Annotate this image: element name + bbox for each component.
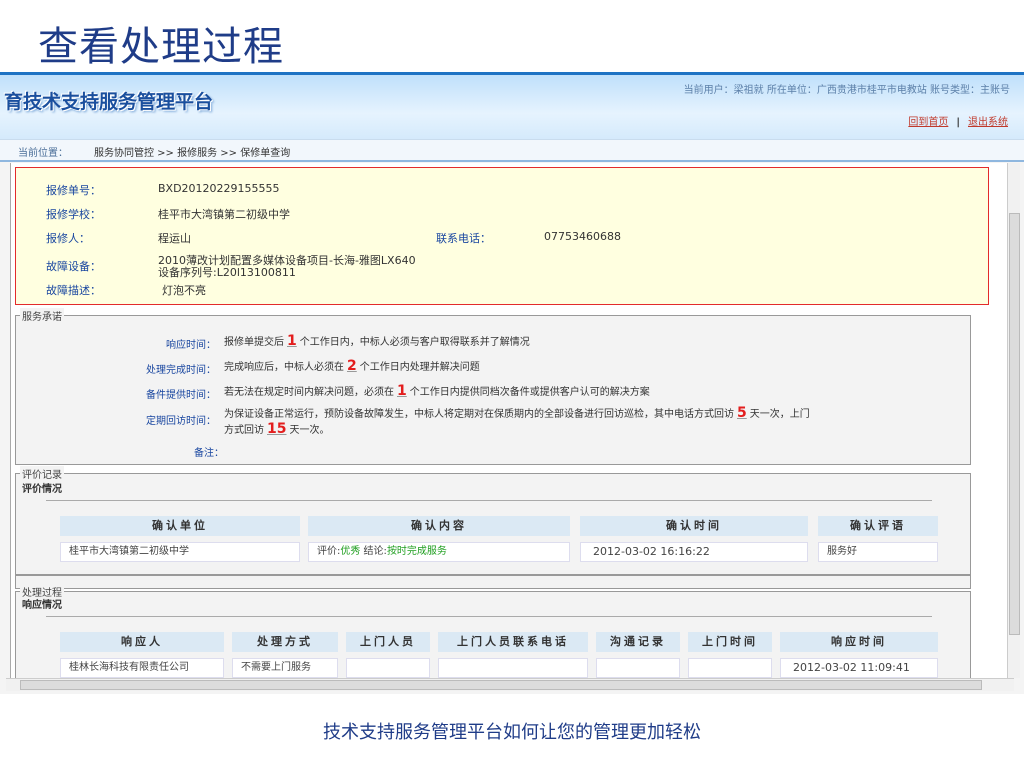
proc-cell-responder: 桂林长海科技有限责任公司 bbox=[60, 658, 224, 678]
desc-label: 故障描述： bbox=[46, 284, 101, 297]
revisit-time-text-2: 方式回访 15 天一次。 bbox=[224, 421, 330, 437]
eval-cell-comment: 服务好 bbox=[818, 542, 938, 562]
breadcrumb: 当前位置： 服务协同管控 >> 报修服务 >> 保修单查询 bbox=[0, 139, 1024, 162]
device-label: 故障设备： bbox=[46, 260, 101, 273]
breadcrumb-path: 服务协同管控 >> 报修服务 >> 保修单查询 bbox=[94, 148, 291, 159]
proc-cell-method: 不需要上门服务 bbox=[232, 658, 338, 678]
reporter-label: 报修人： bbox=[46, 232, 90, 245]
platform-logo: 育技术支持服务管理平台 bbox=[4, 91, 214, 113]
response-days: 1 bbox=[287, 333, 297, 349]
complete-time-text: 完成响应后，中标人必须在 2 个工作日内处理并解决问题 bbox=[224, 358, 480, 374]
app-screenshot: 育技术支持服务管理平台 当前用户：梁祖就 所在单位：广西贵港市桂平市电教站 账号… bbox=[0, 72, 1024, 694]
proc-cell-visitor-phone bbox=[438, 658, 588, 678]
divider bbox=[46, 616, 932, 617]
vertical-scrollbar[interactable] bbox=[1007, 163, 1020, 678]
proc-col-responder: 响应人 bbox=[60, 632, 224, 652]
home-link[interactable]: 回到首页 bbox=[908, 117, 948, 128]
eval-cell-unit: 桂平市大湾镇第二初级中学 bbox=[60, 542, 300, 562]
order-no-label: 报修单号： bbox=[46, 184, 101, 197]
user-info: 当前用户：梁祖就 所在单位：广西贵港市桂平市电教站 账号类型：主账号 bbox=[683, 85, 1010, 96]
process-section: 处理过程 响应情况 响应人 处理方式 上门人员 上门人员联系电话 沟通记录 上门… bbox=[15, 584, 971, 678]
evaluation-subtitle: 评价情况 bbox=[22, 484, 62, 495]
header-links: 回到首页 | 退出系统 bbox=[908, 113, 1008, 128]
eval-cell-time: 2012-03-02 16:16:22 bbox=[580, 542, 808, 562]
proc-cell-visit-time bbox=[688, 658, 772, 678]
breadcrumb-label: 当前位置： bbox=[18, 148, 68, 159]
proc-col-visit-time: 上门时间 bbox=[688, 632, 772, 652]
proc-col-visitor: 上门人员 bbox=[346, 632, 430, 652]
evaluation-legend: 评价记录 bbox=[20, 466, 64, 481]
horizontal-scrollbar[interactable] bbox=[6, 678, 1014, 691]
revisit-time-label: 定期回访时间： bbox=[146, 416, 216, 427]
scrollbar-thumb[interactable] bbox=[20, 680, 982, 690]
proc-cell-response-time: 2012-03-02 11:09:41 bbox=[780, 658, 938, 678]
service-commitment-legend: 服务承诺 bbox=[20, 308, 64, 323]
logout-link[interactable]: 退出系统 bbox=[968, 117, 1008, 128]
repair-info-panel: 报修单号： BXD20120229155555 报修学校： 桂平市大湾镇第二初级… bbox=[15, 167, 989, 305]
complete-days: 2 bbox=[347, 358, 357, 374]
divider bbox=[46, 500, 932, 501]
spare-time-label: 备件提供时间： bbox=[146, 390, 216, 401]
eval-cell-content: 评价:优秀 结论:按时完成服务 bbox=[308, 542, 570, 562]
school-value: 桂平市大湾镇第二初级中学 bbox=[158, 208, 290, 221]
reporter-value: 程运山 bbox=[158, 232, 191, 245]
evaluation-section: 评价记录 评价情况 确认单位 确认内容 确认时间 确认评语 桂平市大湾镇第二初级… bbox=[15, 466, 971, 575]
slide-caption: 技术支持服务管理平台如何让您的管理更加轻松 bbox=[323, 722, 701, 743]
response-time-label: 响应时间： bbox=[166, 340, 216, 351]
remark-label: 备注： bbox=[194, 448, 224, 459]
proc-col-record: 沟通记录 bbox=[596, 632, 680, 652]
eval-col-comment: 确认评语 bbox=[818, 516, 938, 536]
spare-days: 1 bbox=[397, 383, 407, 399]
header-bar: 育技术支持服务管理平台 当前用户：梁祖就 所在单位：广西贵港市桂平市电教站 账号… bbox=[0, 75, 1024, 139]
slide-title: 查看处理过程 bbox=[38, 24, 284, 70]
revisit-time-text: 为保证设备正常运行，预防设备故障发生，中标人将定期对在保质期内的全部设备进行回访… bbox=[224, 405, 810, 421]
phone-label: 联系电话： bbox=[436, 232, 491, 245]
scrollbar-thumb[interactable] bbox=[1009, 213, 1020, 635]
desc-value: 灯泡不亮 bbox=[162, 284, 206, 297]
proc-col-response-time: 响应时间 bbox=[780, 632, 938, 652]
eval-col-time: 确认时间 bbox=[580, 516, 808, 536]
process-subtitle: 响应情况 bbox=[22, 600, 62, 611]
proc-col-visitor-phone: 上门人员联系电话 bbox=[438, 632, 588, 652]
spare-time-text: 若无法在规定时间内解决问题，必须在 1 个工作日内提供同档次备件或提供客户认可的解决… bbox=[224, 383, 650, 399]
eval-col-unit: 确认单位 bbox=[60, 516, 300, 536]
school-label: 报修学校： bbox=[46, 208, 101, 221]
divider: | bbox=[956, 117, 960, 128]
service-commitment-section: 服务承诺 响应时间： 报修单提交后 1 个工作日内，中标人必须与客户取得联系并了解情… bbox=[15, 308, 971, 465]
divider bbox=[15, 575, 971, 589]
proc-cell-record bbox=[596, 658, 680, 678]
eval-col-content: 确认内容 bbox=[308, 516, 570, 536]
order-no-value: BXD20120229155555 bbox=[158, 182, 280, 195]
device-serial: 设备序列号:L20l13100811 bbox=[158, 266, 296, 279]
revisit-phone-days: 5 bbox=[737, 405, 747, 421]
phone-value: 07753460688 bbox=[544, 230, 621, 243]
proc-col-method: 处理方式 bbox=[232, 632, 338, 652]
revisit-visit-days: 15 bbox=[267, 421, 287, 437]
complete-time-label: 处理完成时间： bbox=[146, 365, 216, 376]
response-time-text: 报修单提交后 1 个工作日内，中标人必须与客户取得联系并了解情况 bbox=[224, 333, 530, 349]
main-content: 报修单号： BXD20120229155555 报修学校： 桂平市大湾镇第二初级… bbox=[10, 163, 1012, 678]
proc-cell-visitor bbox=[346, 658, 430, 678]
